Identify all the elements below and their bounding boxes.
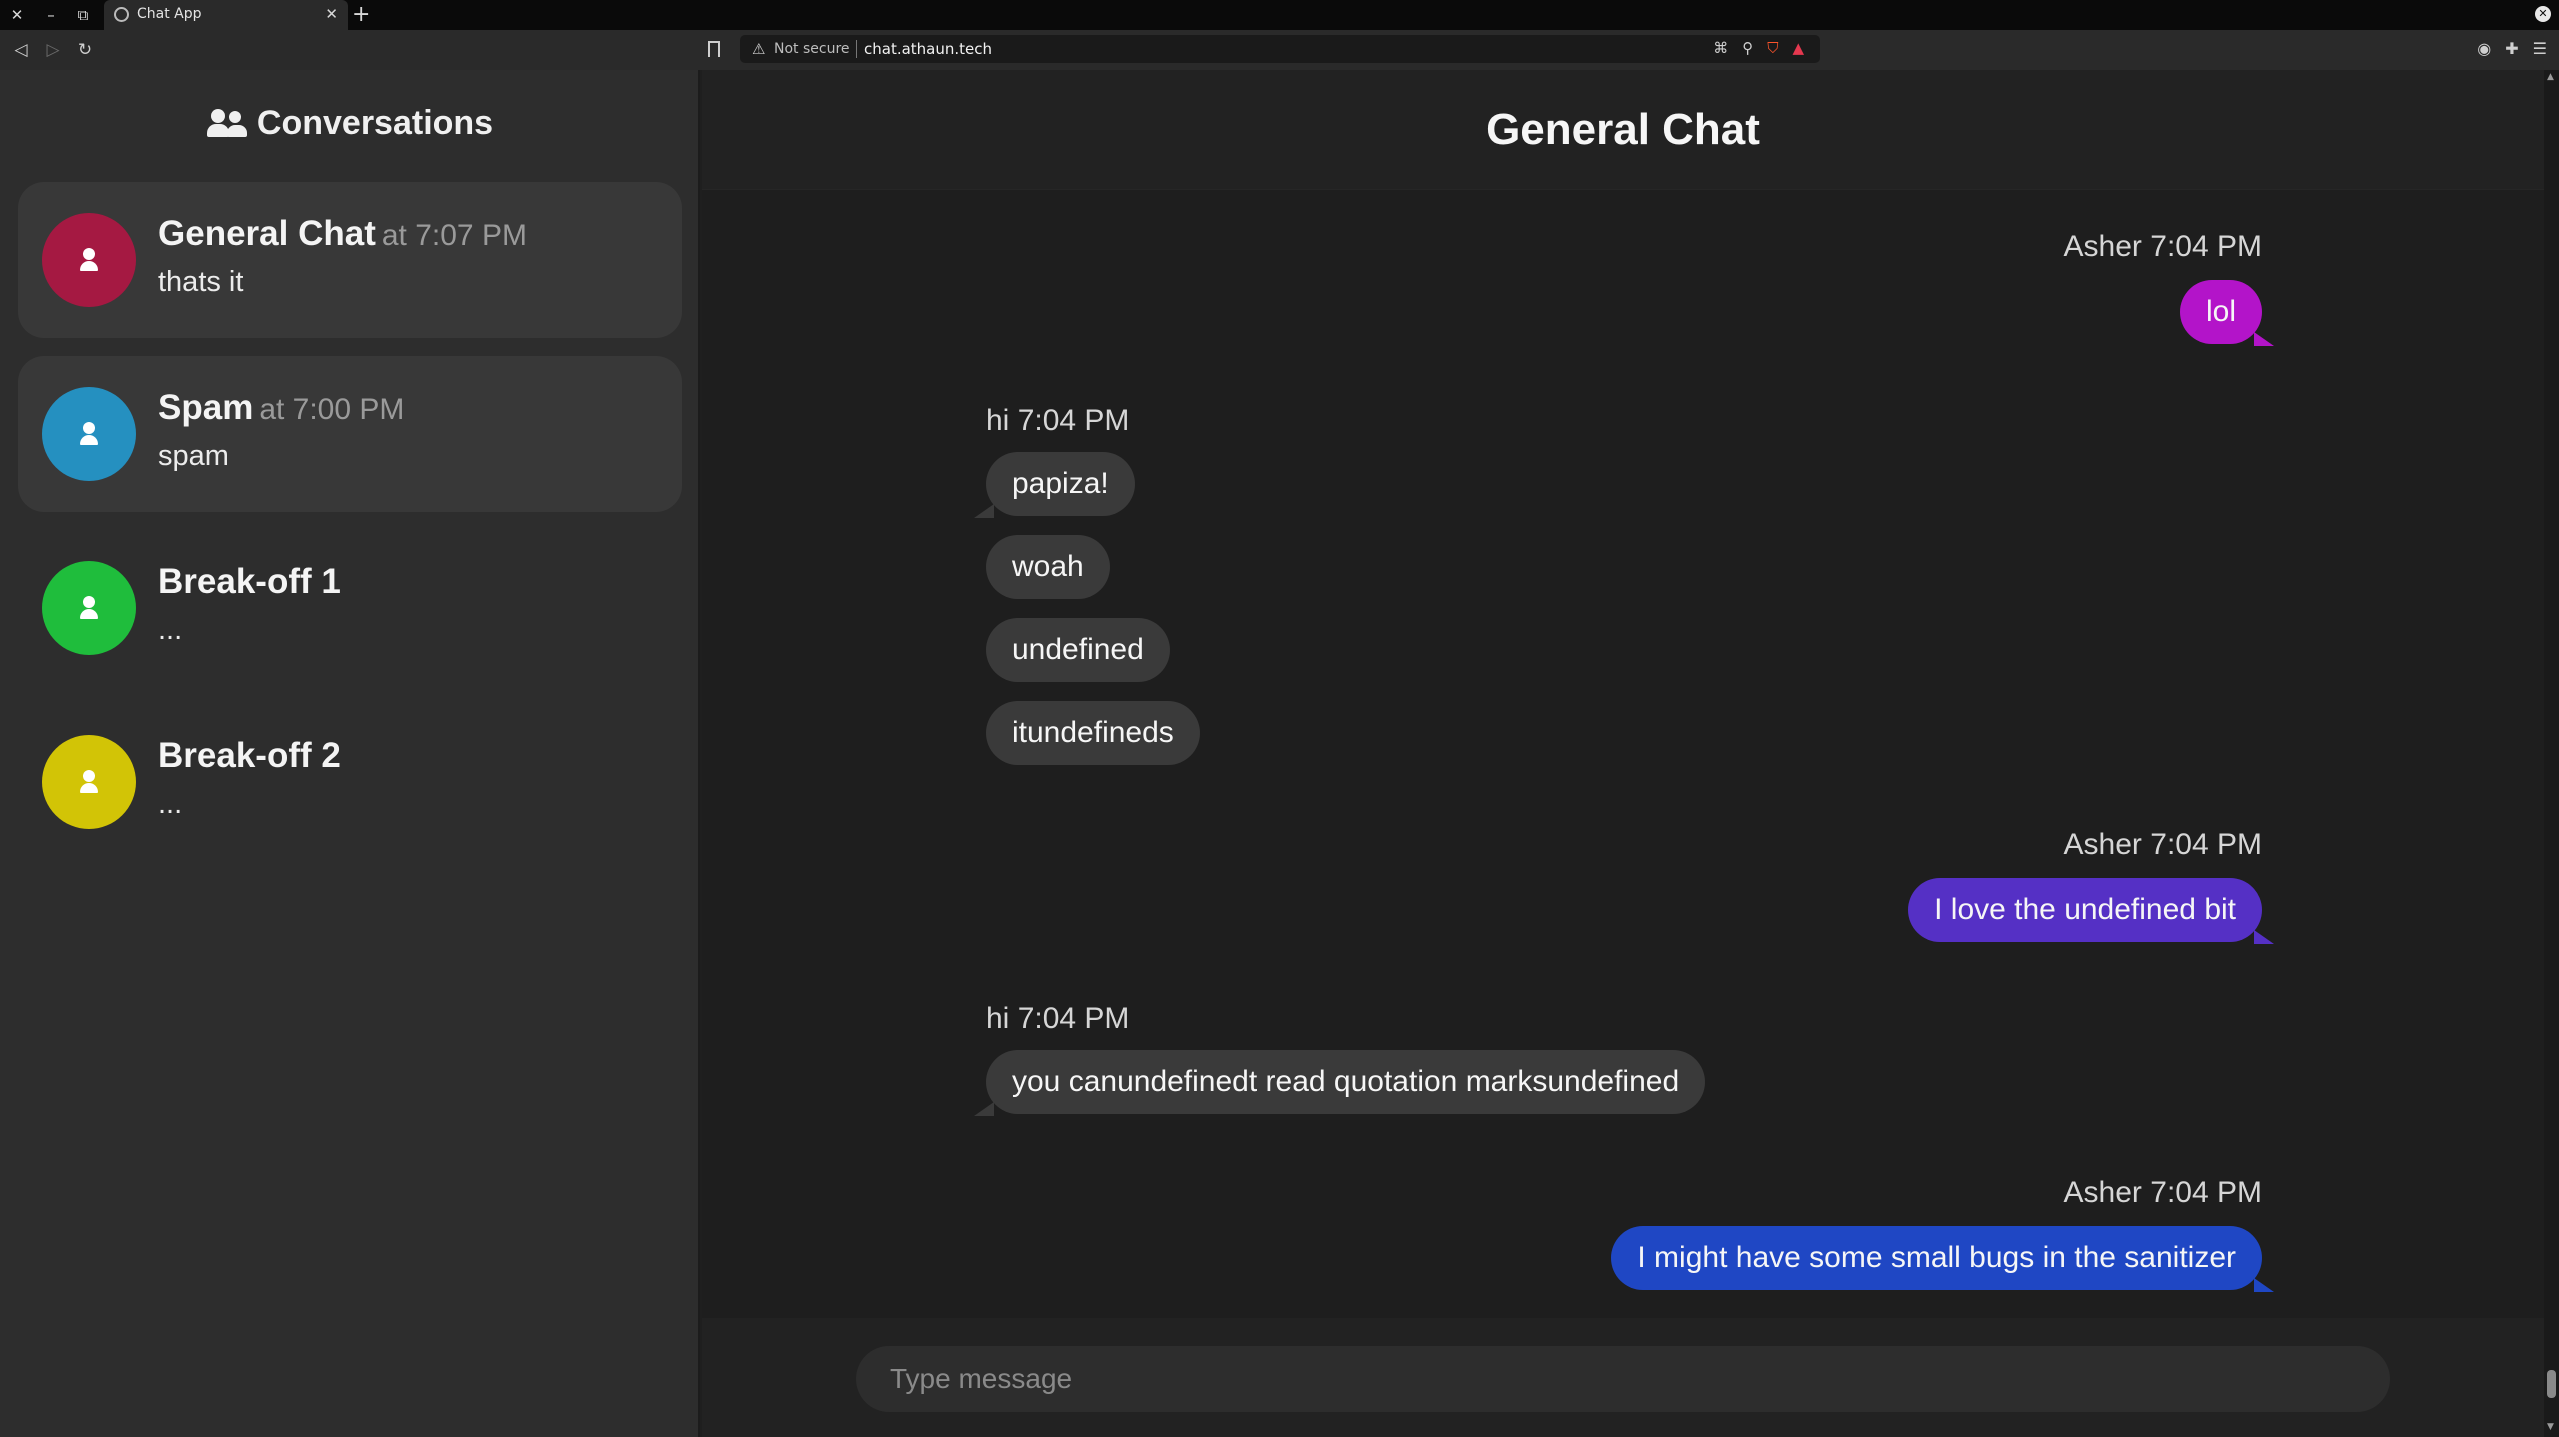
bubble-tail [2254, 332, 2274, 346]
message-bubble-incoming: papiza! [986, 452, 1135, 516]
scroll-down-icon[interactable]: ▼ [2547, 1422, 2554, 1432]
message-meta: hi 7:04 PM [986, 404, 1130, 437]
back-icon[interactable]: ◁ [10, 39, 32, 61]
message-bubble-incoming: undefined [986, 618, 1170, 682]
message-input[interactable] [856, 1346, 2390, 1412]
browser-menu-close-icon[interactable]: ✕ [2535, 6, 2551, 22]
message-bubble-outgoing: lol [2179, 280, 2262, 344]
message-meta: Asher 7:04 PM [2063, 230, 2262, 263]
conversation-name: Spam at 7:00 PM [158, 388, 405, 427]
conversation-item-spam[interactable]: Spam at 7:00 PM spam [18, 356, 682, 512]
reload-icon[interactable]: ↻ [74, 39, 96, 61]
browser-tab-bar: ✕ – ⧉ Chat App ✕ + ✕ [0, 0, 2559, 30]
close-window-icon[interactable]: ✕ [6, 4, 28, 26]
conversation-preview: ... [158, 788, 183, 820]
chat-title: General Chat [1486, 105, 1760, 154]
avatar [42, 387, 136, 481]
chat-header: General Chat [702, 70, 2544, 190]
message-composer [702, 1318, 2544, 1437]
bubble-tail [2254, 1278, 2274, 1292]
qr-code-icon[interactable]: ⌘ [1713, 39, 1728, 57]
conversation-preview: spam [158, 440, 229, 472]
message-meta: hi 7:04 PM [986, 1002, 1130, 1035]
bubble-tail [974, 1102, 994, 1116]
menu-icon[interactable]: ☰ [2533, 39, 2547, 58]
profile-icon[interactable]: ◉ [2477, 39, 2491, 58]
conversation-sidebar: Conversations General Chat at 7:07 PM tha… [0, 70, 700, 1437]
extensions-icon[interactable]: ✚ [2505, 39, 2518, 58]
message-bubble-outgoing: I might have some small bugs in the sani… [1611, 1226, 2262, 1290]
url-divider [856, 40, 857, 58]
brave-shield-icon[interactable]: ⛉ [1767, 39, 1778, 57]
chat-panel: General Chat Asher 7:04 PM lol hi 7:04 P… [702, 70, 2544, 1437]
sidebar-title: Conversations [0, 104, 700, 143]
conversation-time: at 7:00 PM [259, 393, 405, 426]
new-tab-icon[interactable]: + [352, 2, 370, 27]
sidebar-title-text: Conversations [256, 104, 494, 142]
message-meta: Asher 7:04 PM [2063, 1176, 2262, 1209]
scrollbar-thumb[interactable] [2547, 1370, 2556, 1398]
conversation-item-general-chat[interactable]: General Chat at 7:07 PM thats it [18, 182, 682, 338]
globe-icon [114, 7, 129, 22]
zoom-icon[interactable]: ⚲ [1742, 39, 1753, 57]
users-icon [206, 109, 247, 137]
conversation-name: Break-off 2 [158, 736, 341, 775]
bookmark-icon[interactable] [708, 41, 720, 57]
browser-toolbar: ◁ ▷ ↻ ⚠ Not secure chat.athaun.tech ⌘ ⚲ … [0, 30, 2559, 70]
bubble-tail [2254, 930, 2274, 944]
tab-close-icon[interactable]: ✕ [325, 5, 338, 23]
conversation-name: General Chat at 7:07 PM [158, 214, 527, 253]
forward-icon[interactable]: ▷ [42, 39, 64, 61]
url-text[interactable]: chat.athaun.tech [864, 40, 992, 58]
address-bar[interactable]: ⚠ Not secure chat.athaun.tech ⌘ ⚲ ⛉ ▲ [740, 35, 1820, 63]
restore-window-icon[interactable]: ⧉ [72, 4, 94, 26]
conversation-name: Break-off 1 [158, 562, 341, 601]
brave-rewards-icon[interactable]: ▲ [1792, 39, 1804, 57]
tab-title: Chat App [137, 6, 202, 22]
message-bubble-outgoing: I love the undefined bit [1908, 878, 2262, 942]
security-label: Not secure [774, 41, 850, 57]
message-bubble-incoming: woah [986, 535, 1110, 599]
browser-tab[interactable]: Chat App ✕ [104, 0, 348, 30]
message-bubble-incoming: itundefineds [986, 701, 1200, 765]
page-scrollbar[interactable]: ▲ ▼ [2544, 70, 2559, 1437]
conversation-item-break-off-2[interactable]: Break-off 2 ... [18, 704, 682, 860]
warning-icon: ⚠ [752, 40, 766, 58]
conversation-preview: thats it [158, 266, 244, 298]
conversation-preview: ... [158, 614, 183, 646]
avatar [42, 213, 136, 307]
avatar [42, 561, 136, 655]
conversation-time: at 7:07 PM [381, 219, 527, 252]
scroll-up-icon[interactable]: ▲ [2547, 72, 2554, 82]
minimize-window-icon[interactable]: – [40, 4, 62, 26]
message-meta: Asher 7:04 PM [2063, 828, 2262, 861]
message-bubble-incoming: you canundefinedt read quotation marksun… [986, 1050, 1706, 1114]
avatar [42, 735, 136, 829]
bubble-tail [974, 504, 994, 518]
conversation-item-break-off-1[interactable]: Break-off 1 ... [18, 530, 682, 686]
